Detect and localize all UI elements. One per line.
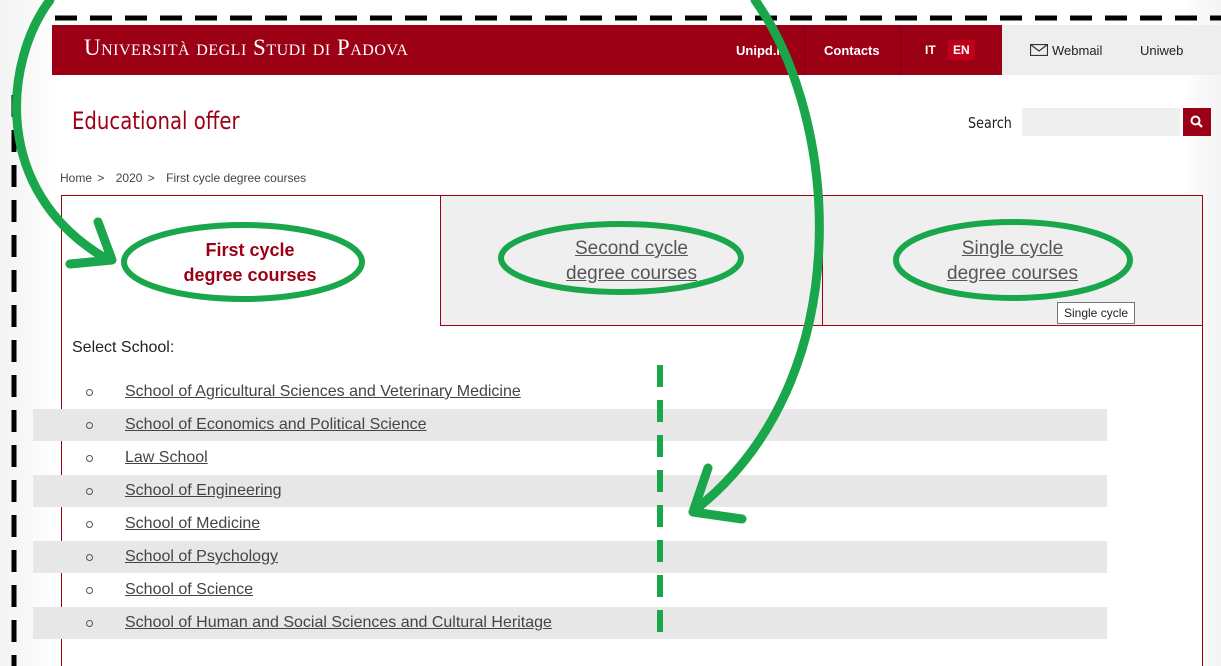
uniweb-link[interactable]: Uniweb [1140,43,1183,58]
contacts-link[interactable]: Contacts [824,43,880,58]
breadcrumb: Home > 2020 > First cycle degree courses [60,171,312,185]
tab-label-line2: degree courses [566,263,697,284]
school-link-agricultural[interactable]: School of Agricultural Sciences and Vete… [125,383,521,401]
tab-second-cycle-link[interactable]: Second cycle degree courses [441,236,822,286]
school-link-economics[interactable]: School of Economics and Political Scienc… [125,416,427,434]
university-logo-text[interactable]: Università degli Studi di Padova [84,35,408,61]
bullet [86,521,93,528]
lang-it-link[interactable]: IT [920,40,941,60]
school-link-medicine[interactable]: School of Medicine [125,515,260,533]
lang-en-link[interactable]: EN [948,40,975,60]
tab-label-line1: Single cycle [961,238,1064,259]
bullet [86,422,93,429]
search-input[interactable] [1022,108,1180,136]
school-link-law[interactable]: Law School [125,449,208,467]
bullet [86,587,93,594]
top-bar: Università degli Studi di Padova Unipd.i… [52,25,1221,75]
breadcrumb-current: First cycle degree courses [166,171,307,185]
topbar-utility-area: Webmail Uniweb [1002,25,1221,75]
unipd-link[interactable]: Unipd.it [736,43,784,58]
tooltip: Single cycle [1057,302,1136,324]
school-link-science[interactable]: School of Science [125,581,253,599]
bullet [86,488,93,495]
tab-single-cycle-link[interactable]: Single cycle degree courses [823,236,1202,286]
tab-label-line2: degree courses [947,263,1078,284]
webmail-link[interactable]: Webmail [1052,43,1102,58]
bullet [86,455,93,462]
search-icon [1190,115,1203,128]
tab-first-cycle[interactable]: First cycle degree courses [140,238,360,288]
bullet [86,554,93,561]
search-button[interactable] [1183,108,1211,136]
breadcrumb-home[interactable]: Home [60,171,92,185]
school-link-psychology[interactable]: School of Psychology [125,548,278,566]
search-label: Search [968,114,1012,132]
tab-label-line1: First cycle [205,240,295,260]
bullet [86,620,93,627]
select-school-label: Select School: [72,339,175,356]
tab-second-cycle[interactable]: Second cycle degree courses [440,195,823,326]
tab-label-line1: Second cycle [574,238,688,259]
bullet [86,389,93,396]
nav-divider [900,25,901,75]
tab-label-line2: degree courses [183,265,317,285]
page-title: Educational offer [72,107,240,135]
school-link-human-social[interactable]: School of Human and Social Sciences and … [125,614,552,632]
breadcrumb-separator: > [97,171,105,185]
tab-single-cycle[interactable]: Single cycle degree courses [822,195,1203,326]
mail-icon [1030,44,1048,56]
nav-divider [804,25,805,75]
school-link-engineering[interactable]: School of Engineering [125,482,282,500]
breadcrumb-year[interactable]: 2020 [116,171,143,185]
breadcrumb-separator: > [147,171,155,185]
